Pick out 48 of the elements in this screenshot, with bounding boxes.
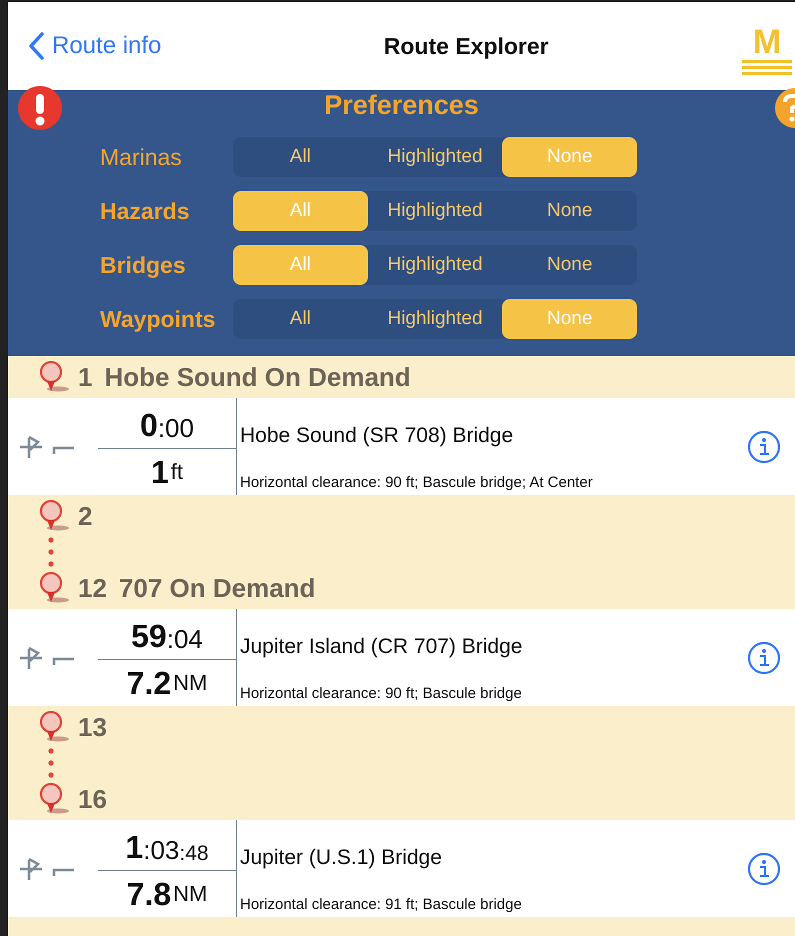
preferences-title: Preferences xyxy=(324,92,479,122)
bridge-detail: Horizontal clearance: 90 ft; Bascule bridge; At Center xyxy=(240,474,594,491)
map-pin-icon xyxy=(38,571,70,605)
bridge-name: Jupiter Island (CR 707) Bridge xyxy=(240,635,524,659)
alert-icon[interactable] xyxy=(18,86,62,130)
chevron-left-icon xyxy=(28,32,44,60)
segment-option[interactable]: Highlighted xyxy=(368,299,502,339)
distance: 7.2 NM xyxy=(126,664,208,702)
elapsed-time: 59:04 xyxy=(98,609,236,660)
waypoint-name: Hobe Sound On Demand xyxy=(104,362,411,392)
preference-label: Marinas xyxy=(99,144,183,170)
bridge-name: Jupiter (U.S.1) Bridge xyxy=(240,846,443,870)
preference-label: Bridges xyxy=(99,252,187,278)
screen-title: Route Explorer xyxy=(384,32,549,60)
segment-option[interactable]: All xyxy=(233,299,368,339)
info-icon[interactable] xyxy=(747,640,781,674)
segment-option[interactable]: Highlighted xyxy=(368,137,502,177)
segment-option[interactable]: All xyxy=(233,137,368,177)
bridge-name: Hobe Sound (SR 708) Bridge xyxy=(240,424,514,448)
preference-label: Hazards xyxy=(99,198,190,224)
map-pin-icon xyxy=(38,360,70,394)
distance: 7.8 NM xyxy=(126,874,208,914)
waypoint-number: 1 xyxy=(78,362,92,392)
segment-option[interactable]: None xyxy=(502,245,638,285)
triple-line-icon xyxy=(742,59,792,75)
waypoint-number: 12 xyxy=(78,572,107,604)
dotted-line-icon xyxy=(48,748,54,778)
waypoint-number: 2 xyxy=(78,500,92,532)
preference-label: Waypoints xyxy=(99,306,216,332)
waypoint-number: 16 xyxy=(78,784,107,814)
dotted-line-icon xyxy=(48,537,54,567)
segment-option[interactable]: Highlighted xyxy=(368,245,502,285)
bridge-detail: Horizontal clearance: 90 ft; Bascule bridge xyxy=(240,685,523,702)
map-pin-icon xyxy=(38,710,70,744)
elapsed-time: 0:00 xyxy=(98,398,236,449)
bridge-detail: Horizontal clearance: 91 ft; Bascule bridge xyxy=(240,896,523,913)
distance: 1ft xyxy=(150,452,184,492)
map-pin-icon xyxy=(38,499,70,533)
info-icon[interactable] xyxy=(747,430,781,464)
segment-option[interactable]: Highlighted xyxy=(368,191,502,231)
info-icon[interactable] xyxy=(747,852,781,886)
waypoint-name: 707 On Demand xyxy=(118,572,316,604)
waypoint-number: 13 xyxy=(78,712,107,742)
elapsed-time: 1:03:48 xyxy=(98,820,236,871)
back-button[interactable]: Route info xyxy=(28,32,162,60)
map-pin-icon xyxy=(38,782,70,816)
segment-option[interactable]: None xyxy=(502,191,638,231)
help-icon[interactable] xyxy=(773,88,795,128)
